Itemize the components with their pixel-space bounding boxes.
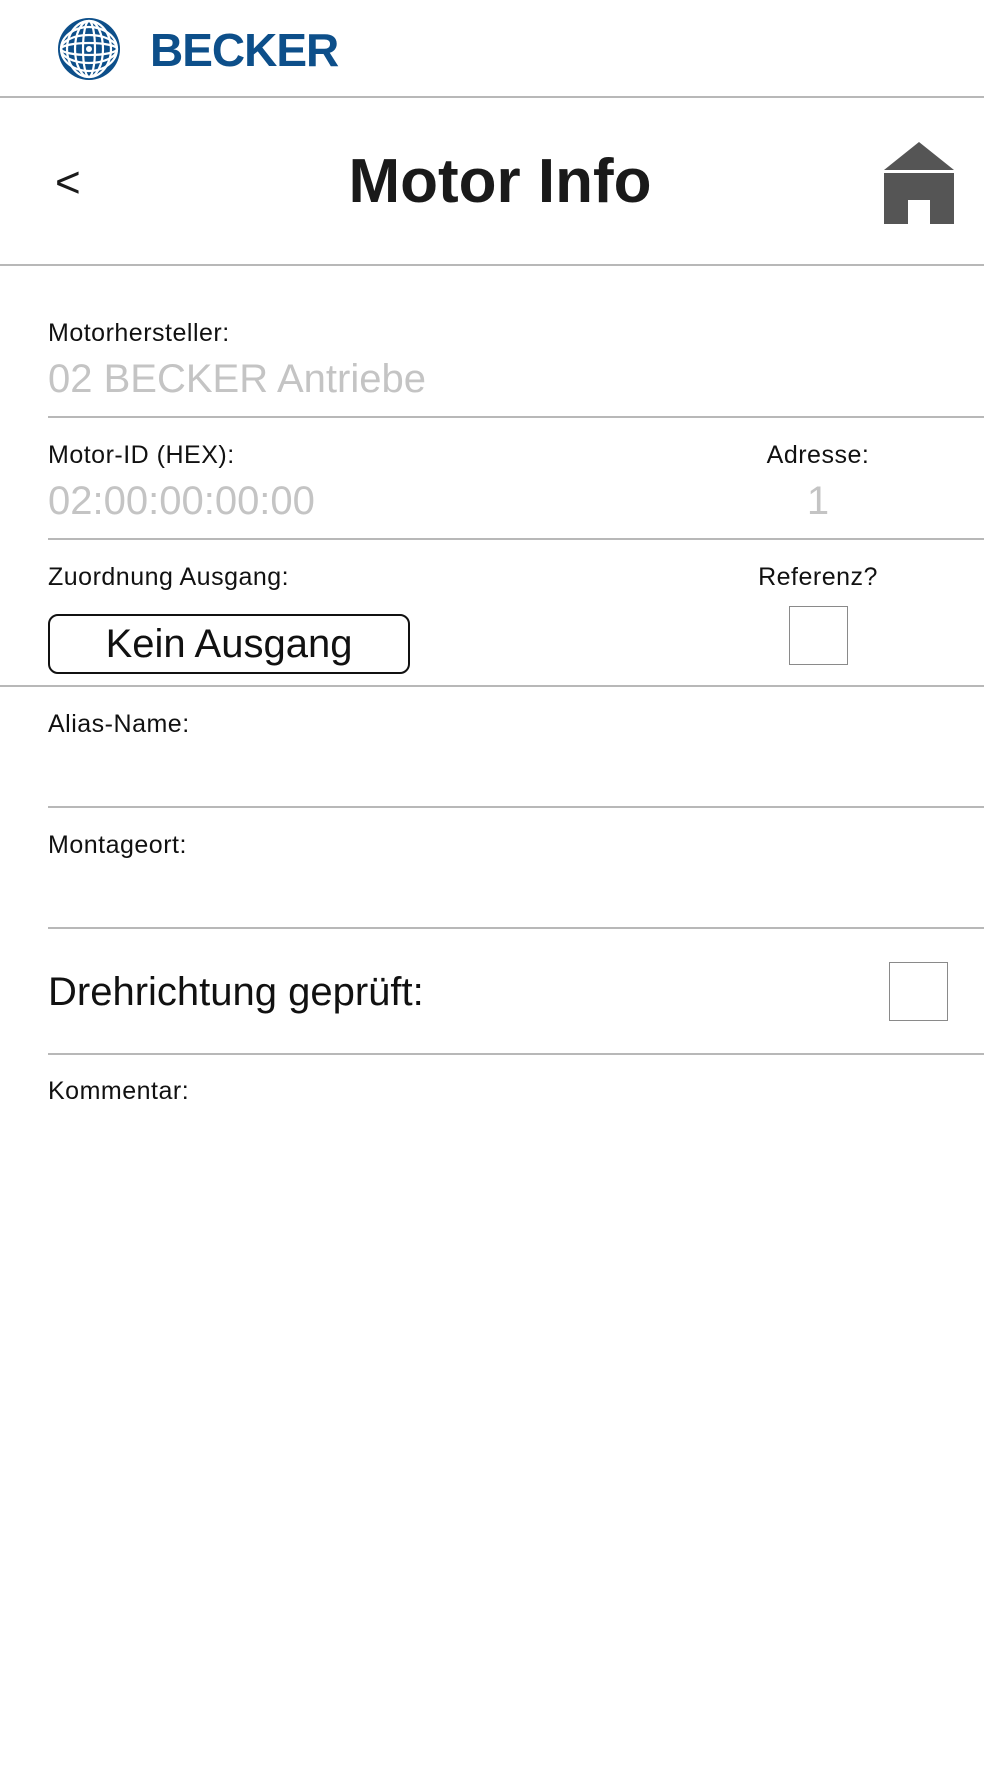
direction-checked-checkbox[interactable] xyxy=(889,962,948,1021)
output-select-button[interactable]: Kein Ausgang xyxy=(48,614,410,674)
manufacturer-label: Motorhersteller: xyxy=(48,319,230,347)
manufacturer-divider xyxy=(48,416,984,418)
page-title: Motor Info xyxy=(348,147,652,216)
location-input[interactable] xyxy=(48,869,984,921)
direction-checked-label: Drehrichtung geprüft: xyxy=(48,970,424,1014)
alias-input[interactable] xyxy=(48,748,984,800)
motor-id-label: Motor-ID (HEX): xyxy=(48,441,235,469)
comment-label: Kommentar: xyxy=(48,1077,190,1105)
alias-label: Alias-Name: xyxy=(48,710,190,738)
titlebar-divider xyxy=(0,264,984,266)
comment-input[interactable] xyxy=(48,1116,984,1716)
brand-name: BECKER xyxy=(150,24,339,76)
reference-label: Referenz? xyxy=(758,563,878,591)
output-divider xyxy=(0,685,984,687)
address-label: Adresse: xyxy=(766,441,870,469)
location-label: Montageort: xyxy=(48,831,187,859)
output-label: Zuordnung Ausgang: xyxy=(48,563,290,591)
motor-id-value: 02:00:00:00:00 xyxy=(48,479,315,523)
reference-checkbox[interactable] xyxy=(789,606,848,665)
home-button[interactable] xyxy=(882,140,956,226)
motor-id-divider xyxy=(48,538,984,540)
manufacturer-value: 02 BECKER Antriebe xyxy=(48,357,426,401)
address-value: 1 xyxy=(806,479,830,523)
home-icon xyxy=(884,142,954,224)
location-divider xyxy=(48,927,984,929)
header-divider xyxy=(0,96,984,98)
direction-divider xyxy=(48,1053,984,1055)
alias-divider xyxy=(48,806,984,808)
becker-logo-icon xyxy=(56,16,122,82)
